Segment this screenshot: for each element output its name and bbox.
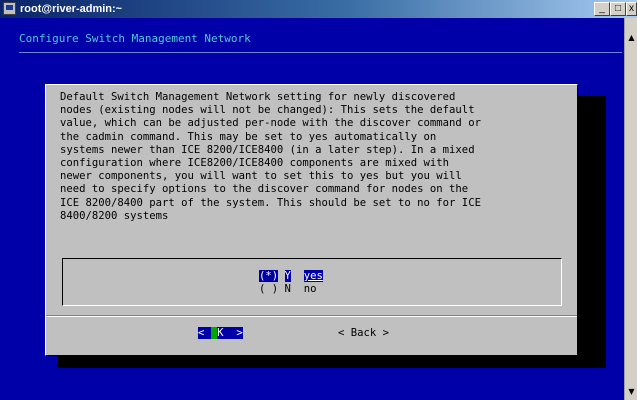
minimize-button[interactable]: _ xyxy=(594,2,610,16)
description-line: configuration where ICE8200/ICE8400 comp… xyxy=(60,157,450,170)
option-no-key: N xyxy=(284,283,291,295)
vertical-scrollbar[interactable]: ▲ ▼ xyxy=(624,18,637,400)
dialog-description: Default Switch Management Network settin… xyxy=(60,91,572,223)
header-divider xyxy=(19,52,622,53)
putty-app-icon[interactable] xyxy=(3,2,16,15)
description-line: Default Switch Management Network settin… xyxy=(60,91,456,103)
description-line: nodes (existing nodes will not be change… xyxy=(60,104,475,117)
description-line: value, which can be adjusted per-node wi… xyxy=(60,117,481,130)
close-button[interactable]: x xyxy=(626,2,637,16)
option-no[interactable]: ( ) N no xyxy=(259,283,316,295)
description-line: systems newer than ICE 8200/ICE8400 (in … xyxy=(60,143,475,156)
scroll-up-icon[interactable]: ▲ xyxy=(626,32,637,43)
radiolist-dialog: Default Switch Management Network settin… xyxy=(45,84,578,356)
description-line: ICE 8200/8400 part of the system. This s… xyxy=(60,196,481,209)
option-yes[interactable]: (*) Y yes xyxy=(259,270,323,282)
option-no-radio[interactable]: ( ) xyxy=(259,283,278,295)
option-list: (*) Y yes ( ) N no xyxy=(62,258,562,306)
description-line: newer components, you will want to set t… xyxy=(60,170,462,183)
description-line: 8400/8200 systems xyxy=(60,209,169,222)
screen-header: Configure Switch Management Network xyxy=(19,32,251,45)
window-title: root@river-admin:~ xyxy=(20,3,123,15)
ok-button[interactable]: < K > xyxy=(198,327,243,339)
terminal-window: root@river-admin:~ _ □ x Configure Switc… xyxy=(0,0,637,400)
button-separator-highlight xyxy=(46,316,577,317)
ok-button-right-bracket: > xyxy=(236,327,243,339)
maximize-button[interactable]: □ xyxy=(610,2,626,16)
option-yes-key: Y xyxy=(284,270,291,282)
description-line: need to specify options to the discover … xyxy=(60,183,469,196)
back-button[interactable]: < Back > xyxy=(338,327,389,339)
title-bar[interactable]: root@river-admin:~ _ □ x xyxy=(0,0,637,18)
option-yes-label: yes xyxy=(303,270,323,282)
scroll-down-icon[interactable]: ▼ xyxy=(626,386,637,397)
terminal-screen[interactable]: Configure Switch Management Network Defa… xyxy=(0,18,624,400)
option-no-label: no xyxy=(303,283,317,295)
option-yes-radio[interactable]: (*) xyxy=(259,270,279,282)
ok-button-label: K xyxy=(217,327,224,339)
description-line: the cadmin command. This may be set to y… xyxy=(60,130,437,143)
